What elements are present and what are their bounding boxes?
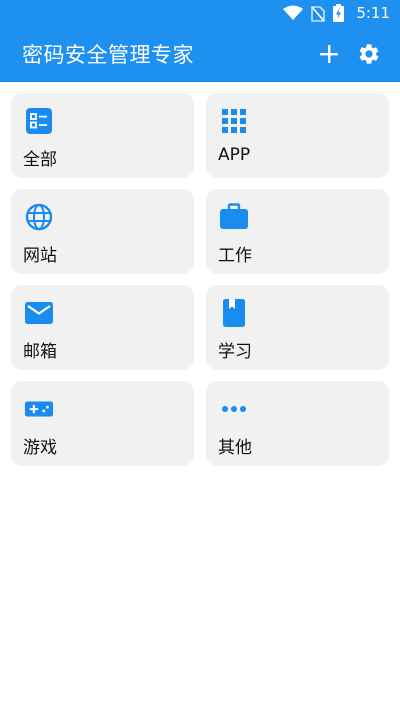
no-sim-icon — [311, 5, 326, 22]
wifi-icon — [283, 5, 304, 21]
category-label: 全部 — [23, 150, 57, 170]
globe-icon — [24, 202, 54, 232]
category-card-study[interactable]: 学习 — [206, 285, 389, 370]
status-bar: 5:11 — [0, 0, 400, 26]
category-card-work[interactable]: 工作 — [206, 189, 389, 274]
category-label: 网站 — [23, 246, 57, 266]
settings-button[interactable] — [350, 35, 388, 73]
category-card-other[interactable]: 其他 — [206, 381, 389, 466]
category-label: 邮箱 — [23, 342, 57, 362]
app-title: 密码安全管理专家 — [22, 43, 194, 67]
add-button[interactable] — [310, 35, 348, 73]
category-card-email[interactable]: 邮箱 — [11, 285, 194, 370]
category-card-game[interactable]: 游戏 — [11, 381, 194, 466]
apps-grid-icon — [219, 106, 249, 136]
book-icon — [219, 298, 249, 328]
briefcase-icon — [219, 202, 249, 232]
app-bar: 5:11 密码安全管理专家 — [0, 0, 400, 82]
category-label: 学习 — [218, 342, 252, 362]
toolbar: 密码安全管理专家 — [0, 26, 400, 82]
gamepad-icon — [24, 394, 54, 424]
category-card-app[interactable]: APP — [206, 93, 389, 178]
gear-icon — [359, 44, 379, 64]
category-card-all[interactable]: 全部 — [11, 93, 194, 178]
category-label: 其他 — [218, 438, 252, 458]
category-label: 游戏 — [23, 438, 57, 458]
plus-icon — [320, 45, 338, 63]
more-dots-icon — [219, 394, 249, 424]
category-label: APP — [218, 145, 251, 165]
battery-charging-icon — [333, 4, 345, 22]
category-card-website[interactable]: 网站 — [11, 189, 194, 274]
category-grid: 全部 APP 网站 工作 邮箱 学习 游戏 其他 — [11, 93, 389, 466]
mail-icon — [24, 298, 54, 328]
category-label: 工作 — [218, 246, 252, 266]
status-time: 5:11 — [356, 4, 390, 22]
list-icon — [24, 106, 54, 136]
